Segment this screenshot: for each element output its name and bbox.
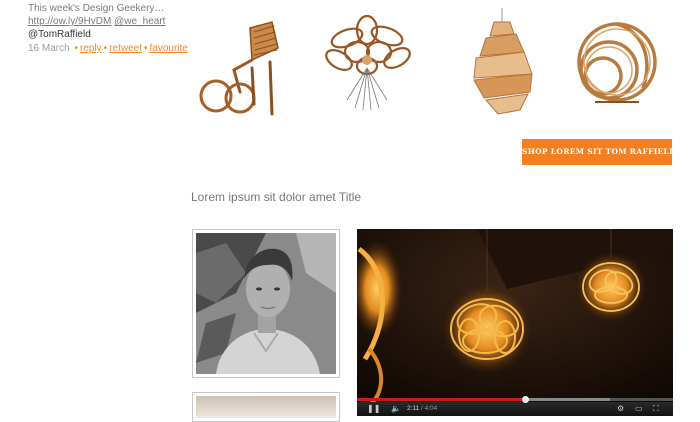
pendant-spiral-image <box>473 8 533 115</box>
separator: • <box>74 43 78 54</box>
portrait-photo <box>192 229 340 378</box>
shop-button[interactable]: SHOP LOREM SIT TOM RAFFIELD <box>522 139 676 165</box>
tweet-text: This week's Design Geekery… <box>28 3 165 14</box>
fullscreen-icon[interactable]: ⛶ <box>653 404 663 414</box>
time-display: 2:11 / 4:04 <box>407 405 438 412</box>
product-spiral-pendant[interactable] <box>450 8 554 120</box>
current-time: 2:11 <box>407 405 420 412</box>
product-chair[interactable] <box>192 8 296 120</box>
reply-link[interactable]: reply <box>80 43 102 54</box>
portrait-image <box>196 233 336 374</box>
product-sphere-sculpture[interactable] <box>565 8 669 120</box>
chair-image <box>199 21 279 116</box>
secondary-photo <box>192 392 340 422</box>
tweet-link[interactable]: http://ow.ly/9HvDM <box>28 16 111 27</box>
video-frame <box>357 229 673 416</box>
resize-icon[interactable]: ▭ <box>635 404 645 414</box>
separator: • <box>143 43 148 54</box>
video-player[interactable]: ❚❚ 🔈 2:11 / 4:04 ⚙ ▭ ⛶ <box>357 229 673 416</box>
settings-icon[interactable]: ⚙ <box>617 404 627 414</box>
retweet-link[interactable]: retweet <box>109 43 142 54</box>
favourite-link[interactable]: favourite <box>150 43 188 54</box>
volume-icon[interactable]: 🔈 <box>391 404 403 414</box>
product-flower-pendant[interactable] <box>317 8 421 120</box>
progress-played <box>357 398 526 401</box>
tweet-mention[interactable]: @we_heart <box>114 16 165 27</box>
duration: 4:04 <box>424 405 438 412</box>
pause-icon[interactable]: ❚❚ <box>367 404 380 414</box>
sphere-sculpture-image <box>577 22 657 103</box>
pendant-flower-image <box>325 14 411 111</box>
tweet-author[interactable]: @TomRaffield <box>28 28 188 41</box>
secondary-image <box>196 396 336 418</box>
progress-handle[interactable] <box>522 396 530 403</box>
section-title: Lorem ipsum sit dolor amet Title <box>191 190 362 204</box>
video-controls: ❚❚ 🔈 2:11 / 4:04 ⚙ ▭ ⛶ <box>357 396 673 416</box>
progress-bar[interactable] <box>357 396 673 403</box>
separator: • <box>103 43 108 54</box>
tweet-meta: 16 March • reply • retweet • favourite <box>28 42 188 55</box>
tweet-block: This week's Design Geekery… http://ow.ly… <box>28 2 188 55</box>
tweet-date: 16 March <box>28 43 70 54</box>
